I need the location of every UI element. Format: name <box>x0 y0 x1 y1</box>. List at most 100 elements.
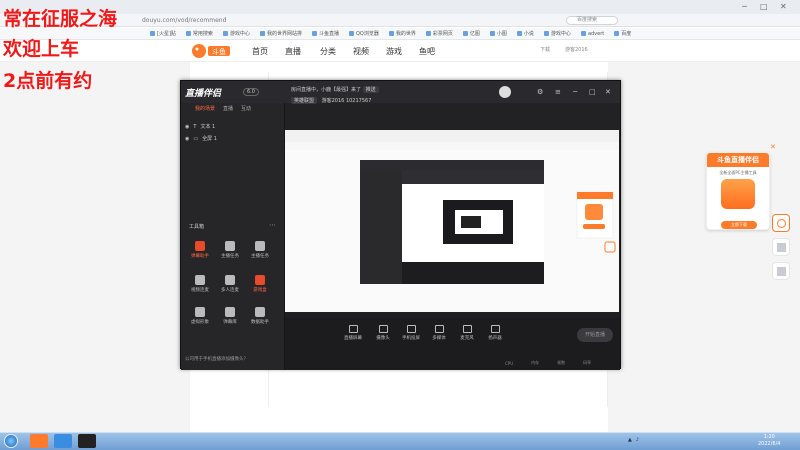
bottom-label: 扬声器 <box>488 336 502 341</box>
nav-item-live[interactable]: 直播 <box>285 46 301 57</box>
start-button[interactable] <box>4 434 18 448</box>
bookmark-label: 我的世界网站排 <box>266 31 302 37</box>
close-icon[interactable]: ✕ <box>770 143 776 151</box>
scene-label: 文本 1 <box>200 124 216 130</box>
screen-capture-button[interactable]: 直播屏幕 <box>341 325 365 341</box>
chat-icon <box>195 241 205 251</box>
bookmark-item[interactable]: 常用搜索 <box>185 30 213 37</box>
side-hint[interactable]: 公司用于手机直播添加摄像头？ <box>185 356 248 362</box>
status-bitrate: 码率 <box>583 360 592 365</box>
bookmark-item[interactable]: 亿图 <box>462 30 480 37</box>
close-icon[interactable]: ✕ <box>780 2 787 11</box>
bookmark-item[interactable]: 游戏中心 <box>222 30 250 37</box>
promo-title: 斗鱼直播伴侣 <box>707 153 769 167</box>
minimize-icon[interactable]: ─ <box>742 2 747 11</box>
bookmark-item[interactable]: 百度 <box>614 30 631 37</box>
address-bar[interactable]: douyu.com/vod/recommend <box>0 14 800 27</box>
tab-my-scenes[interactable]: 我的场景 <box>195 105 215 117</box>
bookmark-icon <box>150 31 155 36</box>
bookmark-item[interactable]: advert <box>580 30 605 37</box>
phone-cast-button[interactable]: 手机投屏 <box>399 325 423 341</box>
eye-icon[interactable]: ◉ <box>185 136 189 142</box>
tool-game-box[interactable]: 游戏盒 <box>247 275 273 301</box>
media-button[interactable]: 多媒体 <box>427 325 451 341</box>
nav-item-category[interactable]: 分类 <box>320 46 336 57</box>
system-tray[interactable]: ▲ ♪ <box>628 437 639 443</box>
menu-icon[interactable]: ≡ <box>555 88 561 96</box>
nav-item-video[interactable]: 视频 <box>353 46 369 57</box>
tool-anchor-task[interactable]: 主播任务 <box>217 241 243 267</box>
browser-tab-bar[interactable] <box>0 0 800 14</box>
tool-danmu-library[interactable]: 弹幕库 <box>217 307 243 333</box>
tool-anchor-task-2[interactable]: 主播任务 <box>247 241 273 267</box>
settings-icon[interactable]: ⚙ <box>537 88 543 96</box>
eye-icon[interactable]: ◉ <box>185 124 189 130</box>
nav-item-game[interactable]: 游戏 <box>386 46 402 57</box>
browser-search-input[interactable]: 百度搜索 <box>566 16 618 25</box>
bookmark-icon <box>259 31 265 36</box>
category-tag[interactable]: 英雄联盟 <box>291 97 318 104</box>
promo-card[interactable]: 斗鱼直播伴侣 全新全面PC主播工具 立即下载 <box>706 152 770 230</box>
bottom-label: 手机投屏 <box>402 336 420 341</box>
tab-interact[interactable]: 互动 <box>241 105 251 117</box>
microphone-button[interactable]: 麦克风 <box>455 325 479 341</box>
more-icon[interactable]: ⋯ <box>269 221 276 229</box>
nav-item-home[interactable]: 首页 <box>252 46 268 57</box>
taskbar <box>0 432 800 450</box>
system-clock[interactable]: 1:20 2022/6/4 <box>758 434 780 448</box>
bookmark-item[interactable]: 游戏中心 <box>543 30 571 37</box>
bookmark-item[interactable]: 小说 <box>516 30 534 37</box>
taskbar-browser-icon[interactable] <box>54 434 72 448</box>
taskbar-douyu-icon[interactable] <box>30 434 48 448</box>
volume-icon[interactable]: ♪ <box>636 437 639 443</box>
side-home-button[interactable] <box>772 238 790 256</box>
bookmark-item[interactable]: [火星]贴 <box>150 30 176 37</box>
tool-data-assistant[interactable]: 数据助手 <box>247 307 273 333</box>
tool-label: 游戏盒 <box>253 288 267 293</box>
preview-canvas[interactable] <box>285 130 619 312</box>
tool-label: 虚拟形象 <box>191 320 209 325</box>
bookmark-item[interactable]: 彩票网页 <box>425 30 453 37</box>
scene-row[interactable]: ◉ ▭ 全屏 1 <box>185 135 217 143</box>
bookmark-label: 小图 <box>496 31 507 37</box>
play-icon <box>777 219 786 228</box>
minimize-icon[interactable]: ─ <box>573 88 577 96</box>
douyu-logo[interactable]: 斗鱼 <box>190 42 232 60</box>
push-chip[interactable]: 推送 <box>362 86 379 93</box>
bookmark-item[interactable]: 斗鱼直播 <box>311 30 339 37</box>
group-icon <box>225 275 235 285</box>
tab-live[interactable]: 直播 <box>223 105 233 117</box>
camera-button[interactable]: 摄像头 <box>371 325 395 341</box>
overlay-line-1: 常在征服之海 <box>3 8 118 30</box>
tool-label: 数据助手 <box>251 320 269 325</box>
speaker-button[interactable]: 扬声器 <box>483 325 507 341</box>
tool-label: 主播任务 <box>221 254 239 259</box>
bookmark-item[interactable]: 我的世界 <box>388 30 416 37</box>
nav-item-yuba[interactable]: 鱼吧 <box>419 46 435 57</box>
bookmark-item[interactable]: QQ浏览器 <box>348 30 379 37</box>
bookmark-item[interactable]: 小图 <box>489 30 507 37</box>
start-live-button[interactable]: 开始直播 <box>577 328 613 342</box>
maximize-icon[interactable]: □ <box>589 88 596 96</box>
scene-row[interactable]: ◉ T 文本 1 <box>185 123 216 131</box>
room-owner: 游客2016 <box>321 98 345 104</box>
bookmark-label: advert <box>587 30 605 37</box>
maximize-icon[interactable]: □ <box>760 2 768 11</box>
download-link[interactable]: 下载 <box>540 46 550 53</box>
side-play-button[interactable] <box>772 214 790 232</box>
screen-icon: ▭ <box>193 135 199 142</box>
tool-video-link[interactable]: 视频连麦 <box>187 275 213 301</box>
bookmark-label: 斗鱼直播 <box>318 31 339 37</box>
tool-multi-link[interactable]: 多人连麦 <box>217 275 243 301</box>
side-refresh-button[interactable] <box>772 262 790 280</box>
network-icon[interactable]: ▲ <box>628 437 632 443</box>
tool-danmu-assistant[interactable]: 弹幕助手 <box>187 241 213 267</box>
bookmark-item[interactable]: 我的世界网站排 <box>259 30 302 37</box>
bottom-label: 多媒体 <box>432 336 446 341</box>
taskbar-game-icon[interactable] <box>78 434 96 448</box>
avatar[interactable] <box>499 86 511 98</box>
close-icon[interactable]: ✕ <box>605 88 611 96</box>
user-name[interactable]: 游客2016 <box>565 46 588 53</box>
tool-virtual-avatar[interactable]: 虚拟形象 <box>187 307 213 333</box>
download-button[interactable]: 立即下载 <box>721 221 757 229</box>
